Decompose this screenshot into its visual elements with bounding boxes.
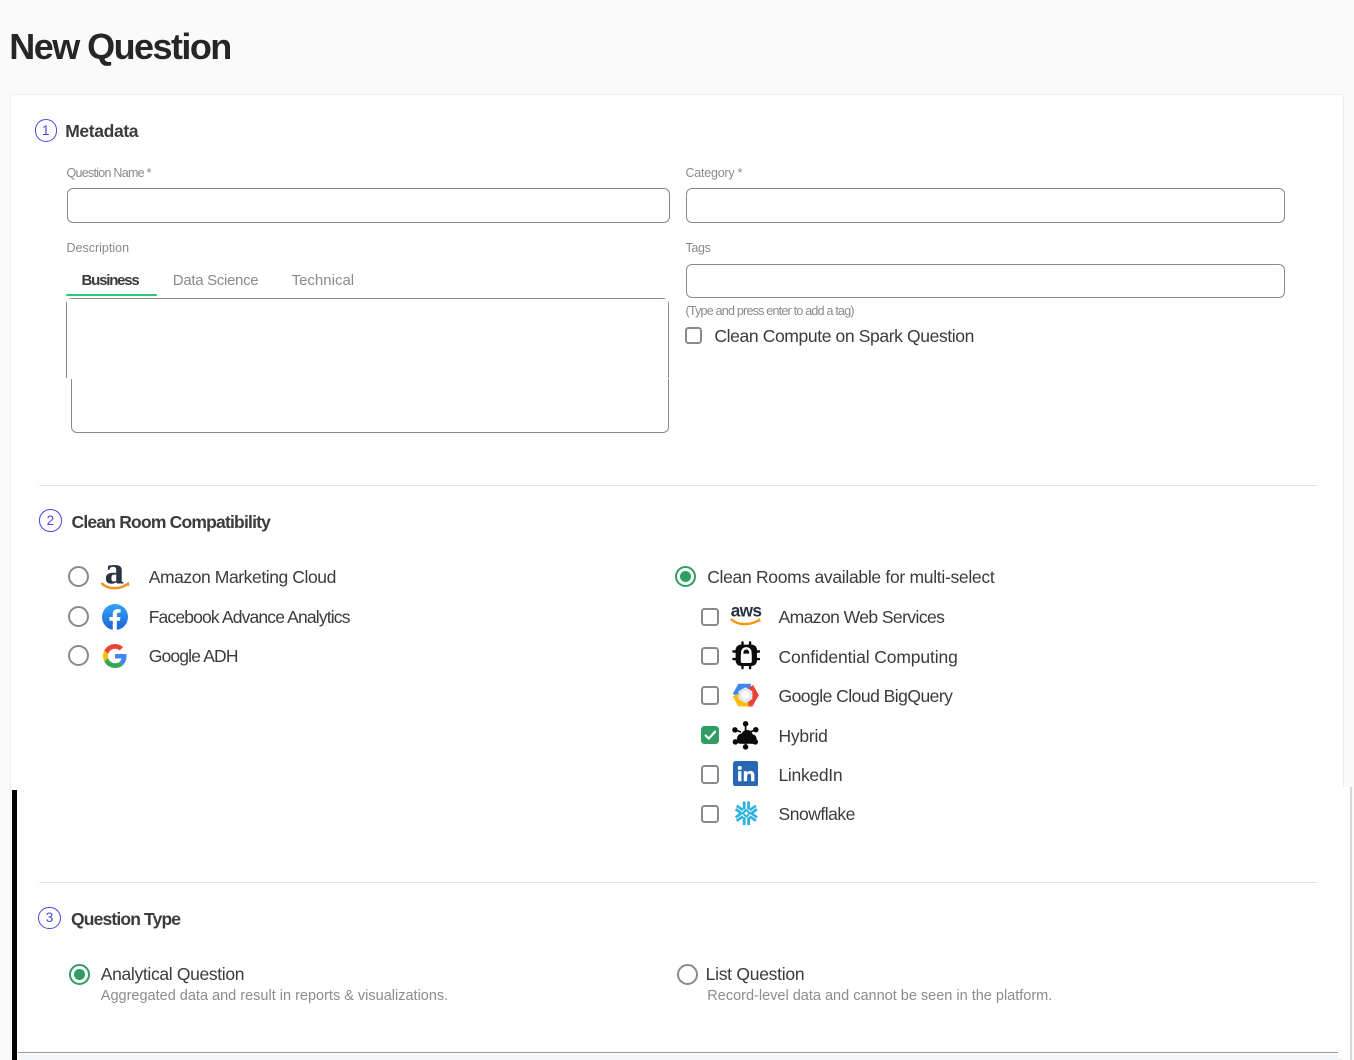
svg-text:aws: aws: [731, 602, 762, 621]
